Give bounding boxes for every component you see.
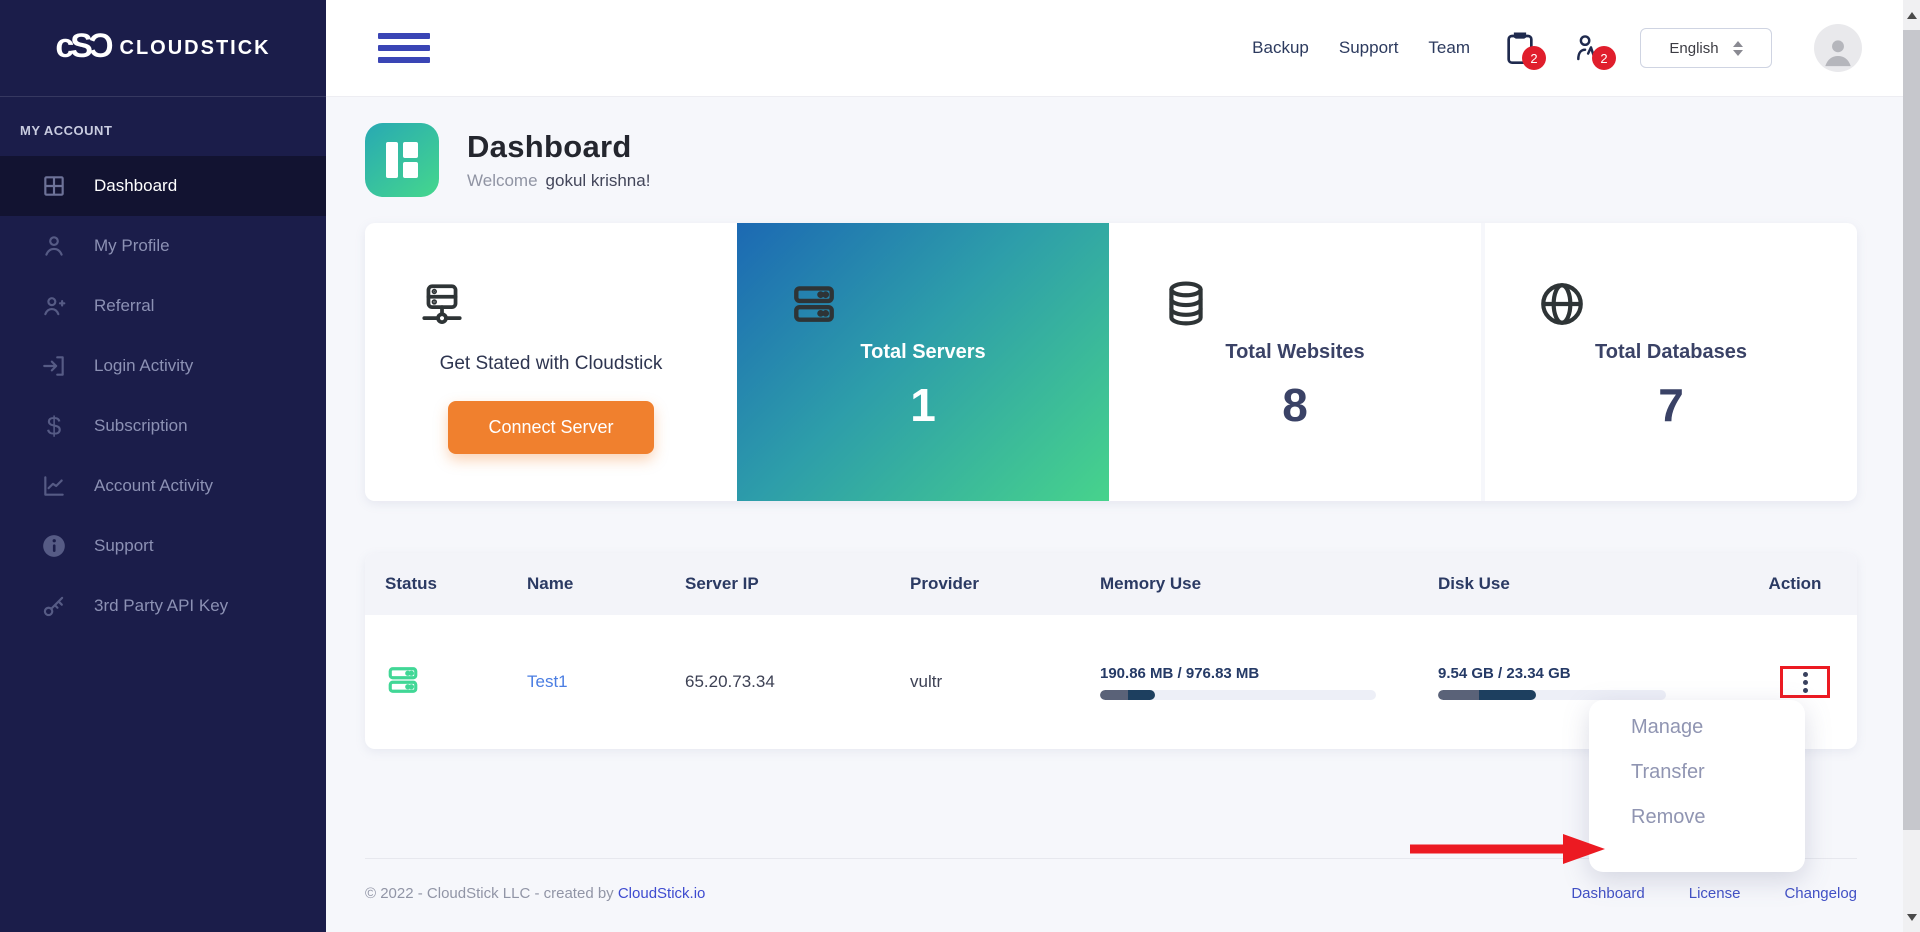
page-title: Dashboard: [467, 129, 632, 164]
user-plus-icon: [40, 292, 68, 320]
cloud-logo-icon: cSƆ: [55, 26, 113, 65]
nav-link-support[interactable]: Support: [1339, 38, 1399, 58]
database-icon: [1161, 279, 1213, 331]
welcome-text: Welcome gokul krishna!: [467, 171, 651, 190]
dashboard-grid-icon: [40, 172, 68, 200]
sidebar-item-3rd-party-api-key[interactable]: 3rd Party API Key: [0, 576, 326, 636]
clipboard-badge: 2: [1522, 46, 1546, 70]
sidebar-item-label: Support: [94, 536, 154, 555]
menu-item-transfer[interactable]: Transfer: [1631, 761, 1805, 784]
vertical-scrollbar[interactable]: [1903, 0, 1920, 932]
row-actions-menu: Manage Transfer Remove: [1589, 700, 1805, 872]
stat-label: Total Websites: [1225, 341, 1365, 363]
scroll-down-icon[interactable]: [1903, 902, 1920, 932]
key-icon: [40, 592, 68, 620]
disk-usage-text: 9.54 GB / 23.34 GB: [1438, 664, 1571, 682]
sidebar: cSƆ CLOUDSTICK MY ACCOUNT Dashboard My P…: [0, 0, 326, 932]
sidebar-item-label: Login Activity: [94, 356, 194, 375]
avatar[interactable]: [1814, 24, 1862, 72]
people-badge: 2: [1592, 46, 1616, 70]
sidebar-item-label: Referral: [94, 296, 155, 315]
sidebar-nav: Dashboard My Profile Referral Login Acti…: [0, 156, 326, 636]
language-value: English: [1669, 39, 1719, 57]
memory-usage: 190.86 MB / 976.83 MB: [1080, 665, 1418, 700]
sidebar-item-subscription[interactable]: $ Subscription: [0, 396, 326, 456]
scroll-up-icon[interactable]: [1903, 0, 1920, 30]
login-arrow-icon: [40, 352, 68, 380]
cloudstick-app: cSƆ CLOUDSTICK MY ACCOUNT Dashboard My P…: [0, 0, 1920, 932]
nav-link-team[interactable]: Team: [1428, 38, 1470, 58]
menu-icon[interactable]: [378, 33, 430, 63]
globe-icon: [1537, 279, 1589, 331]
clipboard-icon[interactable]: 2: [1500, 26, 1546, 70]
network-server-icon: [417, 279, 469, 331]
stat-label: Total Servers: [860, 341, 986, 363]
chevron-updown-icon: [1732, 40, 1743, 56]
scrollbar-thumb[interactable]: [1903, 30, 1920, 830]
server-rack-icon: [789, 279, 841, 331]
sidebar-item-login-activity[interactable]: Login Activity: [0, 336, 326, 396]
footer-link-dashboard[interactable]: Dashboard: [1571, 885, 1644, 902]
people-activity-icon[interactable]: 2: [1570, 26, 1616, 70]
disk-progress-bar: [1438, 689, 1666, 700]
connect-server-button[interactable]: Connect Server: [448, 401, 654, 454]
menu-item-remove[interactable]: Remove: [1631, 806, 1805, 829]
memory-progress-bar: [1100, 689, 1376, 700]
dashboard-page-icon: [365, 123, 439, 197]
sidebar-item-label: Dashboard: [94, 176, 178, 195]
sidebar-item-account-activity[interactable]: Account Activity: [0, 456, 326, 516]
info-icon: [40, 532, 68, 560]
col-memory-use: Memory Use: [1100, 574, 1202, 593]
row-actions-button[interactable]: [1780, 666, 1830, 698]
footer-link-changelog[interactable]: Changelog: [1784, 885, 1857, 902]
stat-value: 7: [1658, 379, 1684, 431]
page-header: Dashboard Welcome gokul krishna!: [365, 123, 1857, 197]
brand-logo[interactable]: cSƆ CLOUDSTICK: [0, 0, 326, 97]
server-provider: vultr: [910, 672, 943, 691]
sidebar-section-label: MY ACCOUNT: [20, 123, 113, 138]
sidebar-item-my-profile[interactable]: My Profile: [0, 216, 326, 276]
col-action: Action: [1768, 574, 1822, 593]
copyright-text: © 2022 - CloudStick LLC - created by: [365, 885, 614, 902]
server-ip: 65.20.73.34: [685, 672, 775, 691]
sidebar-item-support[interactable]: Support: [0, 516, 326, 576]
col-status: Status: [385, 574, 437, 593]
server-status-icon: [365, 662, 507, 703]
col-provider: Provider: [910, 574, 979, 593]
sidebar-item-label: Subscription: [94, 416, 188, 435]
sidebar-item-label: My Profile: [94, 236, 170, 255]
memory-usage-text: 190.86 MB / 976.83 MB: [1100, 664, 1260, 682]
sidebar-item-referral[interactable]: Referral: [0, 276, 326, 336]
table-header-row: Status Name Server IP Provider Memory Us…: [365, 553, 1857, 615]
sidebar-item-label: 3rd Party API Key: [94, 596, 229, 615]
chart-line-icon: [40, 472, 68, 500]
total-servers-card: Total Servers 1: [737, 223, 1109, 501]
total-databases-card: Total Databases 7: [1481, 223, 1857, 501]
disk-usage: 9.54 GB / 23.34 GB: [1418, 665, 1733, 700]
server-name-link[interactable]: Test1: [527, 672, 568, 691]
topbar: Backup Support Team 2 2 English: [326, 0, 1920, 97]
stats-row: Get Stated with Cloudstick Connect Serve…: [365, 223, 1857, 501]
username: gokul krishna!: [545, 171, 651, 190]
sidebar-item-dashboard[interactable]: Dashboard: [0, 156, 326, 216]
col-disk-use: Disk Use: [1438, 574, 1510, 593]
connect-card-title: Get Stated with Cloudstick: [439, 353, 663, 374]
col-name: Name: [527, 574, 574, 593]
dollar-icon: $: [46, 411, 62, 441]
menu-item-manage[interactable]: Manage: [1631, 716, 1805, 739]
brand-name: CLOUDSTICK: [119, 36, 271, 59]
stat-label: Total Databases: [1595, 341, 1747, 363]
nav-link-backup[interactable]: Backup: [1252, 38, 1309, 58]
kebab-menu-icon: [1802, 671, 1808, 693]
sidebar-item-label: Account Activity: [94, 476, 214, 495]
language-select[interactable]: English: [1640, 28, 1772, 68]
col-server-ip: Server IP: [685, 574, 759, 593]
stat-value: 1: [910, 379, 936, 431]
total-websites-card: Total Websites 8: [1109, 223, 1481, 501]
stat-value: 8: [1282, 379, 1308, 431]
footer-link-license[interactable]: License: [1689, 885, 1741, 902]
cloudstick-io-link[interactable]: CloudStick.io: [618, 885, 706, 902]
connect-server-card: Get Stated with Cloudstick Connect Serve…: [365, 223, 737, 501]
user-icon: [40, 232, 68, 260]
